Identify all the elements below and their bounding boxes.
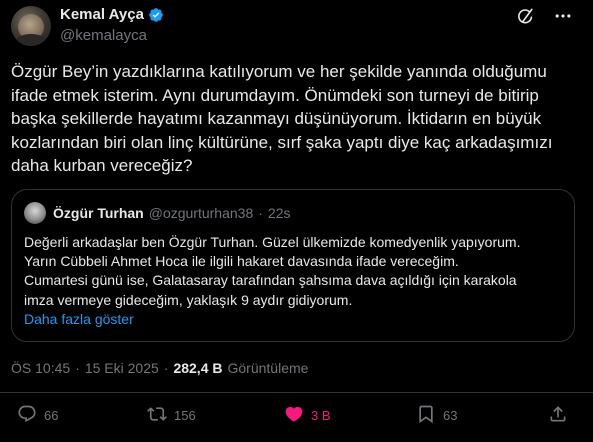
reply-icon xyxy=(17,404,37,427)
quoted-author-avatar xyxy=(24,202,46,224)
bookmark-button[interactable]: 63 xyxy=(416,404,457,427)
meta-separator: · xyxy=(163,360,169,376)
quoted-author-name: Özgür Turhan xyxy=(53,205,144,221)
heart-icon xyxy=(284,404,304,427)
action-bar: 66 156 3 B 63 xyxy=(0,404,593,434)
like-count: 3 B xyxy=(311,408,331,423)
retweet-icon xyxy=(147,404,167,427)
divider xyxy=(0,392,593,393)
tweet-text: Özgür Bey’in yazdıklarına katılıyorum ve… xyxy=(11,62,553,175)
author-handle[interactable]: @kemalayca xyxy=(60,27,164,44)
author-name[interactable]: Kemal Ayça xyxy=(60,6,144,23)
author-block: Kemal Ayça @kemalayca xyxy=(60,6,164,44)
tweet-meta: ÖS 10:45 · 15 Eki 2025 · 282,4 B Görüntü… xyxy=(11,360,308,376)
show-more-link[interactable]: Daha fazla göster xyxy=(24,311,134,327)
quoted-tweet[interactable]: Özgür Turhan @ozgurturhan38 · 22s Değerl… xyxy=(11,189,575,342)
quoted-tweet-text: Değerli arkadaşlar ben Özgür Turhan. Güz… xyxy=(24,234,521,308)
meta-separator: · xyxy=(75,360,80,376)
author-avatar[interactable] xyxy=(11,6,51,46)
tweet-time[interactable]: ÖS 10:45 xyxy=(11,360,70,376)
views-count: 282,4 B xyxy=(173,360,223,376)
reply-button[interactable]: 66 xyxy=(17,404,58,427)
verified-badge-icon xyxy=(148,7,164,23)
views-label: Görüntüleme xyxy=(227,360,309,376)
share-icon xyxy=(548,404,568,427)
reply-count: 66 xyxy=(44,408,59,423)
like-button[interactable]: 3 B xyxy=(284,404,331,427)
more-options-icon[interactable] xyxy=(553,6,573,26)
retweet-button[interactable]: 156 xyxy=(147,404,196,427)
bookmark-count: 63 xyxy=(443,408,458,423)
retweet-count: 156 xyxy=(174,408,196,423)
share-button[interactable] xyxy=(548,404,568,427)
grok-icon[interactable] xyxy=(515,6,535,26)
top-actions xyxy=(515,6,573,26)
tweet-date[interactable]: 15 Eki 2025 xyxy=(85,360,159,376)
quoted-time: 22s xyxy=(267,205,291,221)
quoted-separator: · xyxy=(258,205,263,221)
bookmark-icon xyxy=(416,404,436,427)
quoted-tweet-header: Özgür Turhan @ozgurturhan38 · 22s xyxy=(24,202,291,224)
quoted-author-handle: @ozgurturhan38 xyxy=(148,205,254,221)
